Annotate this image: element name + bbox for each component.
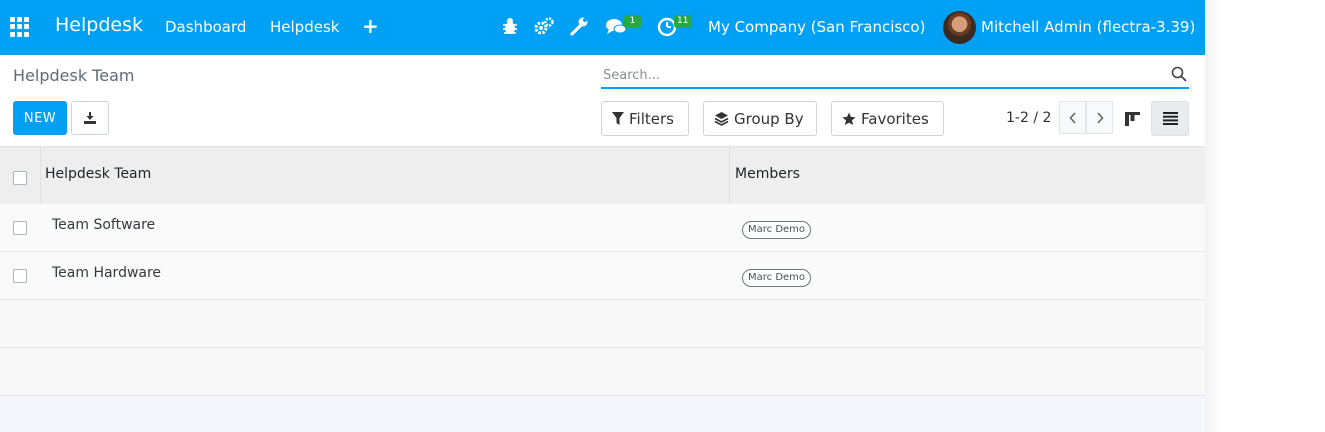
nav-helpdesk[interactable]: Helpdesk <box>270 18 339 36</box>
table-header: Helpdesk Team Members <box>0 146 1205 205</box>
team-name-cell[interactable]: Team Software <box>52 217 155 233</box>
star-icon <box>842 112 856 125</box>
group-by-button[interactable]: Group By <box>703 101 817 136</box>
app-container: Helpdesk Dashboard Helpdesk + 1 11 My Co… <box>0 0 1205 432</box>
search-input[interactable] <box>601 63 1161 87</box>
quick-create-plus-icon[interactable]: + <box>362 14 379 38</box>
panel-shadow <box>1205 0 1221 432</box>
favorites-button[interactable]: Favorites <box>831 101 944 136</box>
member-tag: Marc Demo <box>742 269 812 287</box>
apps-menu-icon[interactable] <box>10 17 30 37</box>
nav-dashboard[interactable]: Dashboard <box>165 18 246 36</box>
table-row[interactable]: Team Hardware Marc Demo <box>0 252 1205 300</box>
table-row[interactable]: Team Software Marc Demo <box>0 204 1205 252</box>
column-header-team[interactable]: Helpdesk Team <box>45 166 151 182</box>
breadcrumb: Helpdesk Team <box>13 66 135 85</box>
list-table: Helpdesk Team Members Team Software Marc… <box>0 146 1205 396</box>
filter-icon <box>612 112 624 125</box>
control-panel: Helpdesk Team NEW Filters <box>0 55 1205 146</box>
row-checkbox[interactable] <box>13 221 27 235</box>
chevron-left-icon <box>1068 111 1076 124</box>
chat-badge: 1 <box>624 15 641 28</box>
search-bar <box>601 63 1189 89</box>
user-menu[interactable]: Mitchell Admin (flectra-3.39) <box>981 18 1195 36</box>
team-name-cell[interactable]: Team Hardware <box>52 265 161 281</box>
group-by-label: Group By <box>734 109 804 128</box>
column-separator <box>729 147 730 205</box>
member-tag: Marc Demo <box>742 221 812 239</box>
empty-row <box>0 300 1205 348</box>
kanban-icon <box>1124 111 1140 126</box>
filters-button[interactable]: Filters <box>601 101 689 136</box>
company-switcher[interactable]: My Company (San Francisco) <box>708 18 925 36</box>
layers-icon <box>714 112 729 126</box>
column-separator <box>40 147 41 205</box>
select-all-checkbox[interactable] <box>13 171 27 185</box>
top-navbar: Helpdesk Dashboard Helpdesk + 1 11 My Co… <box>0 0 1205 55</box>
pager-next-button[interactable] <box>1086 101 1113 134</box>
gears-icon[interactable] <box>533 14 555 38</box>
column-header-members[interactable]: Members <box>735 166 800 182</box>
new-button[interactable]: NEW <box>13 101 67 135</box>
list-icon <box>1162 112 1178 125</box>
user-avatar[interactable] <box>943 11 976 44</box>
wrench-icon[interactable] <box>568 14 590 38</box>
pager-value[interactable]: 1-2 / 2 <box>1006 110 1051 126</box>
download-icon <box>84 112 96 124</box>
list-view-button[interactable] <box>1151 101 1189 136</box>
debug-bug-icon[interactable] <box>499 14 521 38</box>
favorites-label: Favorites <box>861 109 929 128</box>
activity-badge: 11 <box>674 15 692 28</box>
filters-label: Filters <box>629 109 674 128</box>
empty-row <box>0 348 1205 396</box>
row-checkbox[interactable] <box>13 269 27 283</box>
app-brand[interactable]: Helpdesk <box>55 14 143 36</box>
pager-previous-button[interactable] <box>1059 101 1086 134</box>
chevron-right-icon <box>1096 111 1104 124</box>
kanban-view-button[interactable] <box>1113 101 1151 136</box>
search-icon[interactable] <box>1171 66 1187 82</box>
download-button[interactable] <box>71 101 109 135</box>
